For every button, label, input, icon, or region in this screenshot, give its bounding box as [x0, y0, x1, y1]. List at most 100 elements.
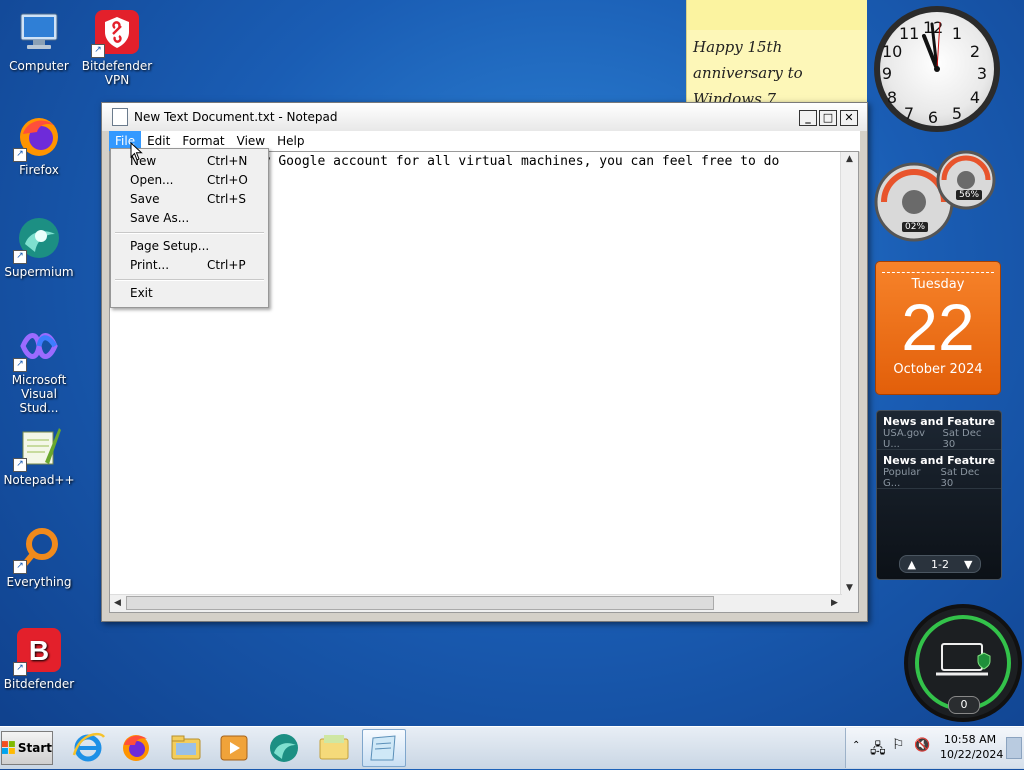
feed-item-title: News and Features f...	[883, 415, 995, 428]
show-desktop-button[interactable]	[1006, 737, 1022, 759]
minimize-button[interactable]: _	[799, 110, 817, 126]
shortcut-arrow-icon: ↗	[13, 358, 27, 372]
feed-item-title: News and Features f...	[883, 454, 995, 467]
feed-headlines-gadget[interactable]: News and Features f... USA.gov U... Sat D…	[876, 410, 1002, 580]
menu-item-shortcut: Ctrl+N	[207, 154, 248, 168]
tray-time: 10:58 AM	[943, 733, 997, 746]
scroll-up-icon[interactable]: ▲	[842, 152, 857, 167]
horizontal-scroll-thumb[interactable]	[126, 596, 714, 610]
menu-item-label: Open...	[130, 173, 174, 187]
feed-item-source: USA.gov U...	[883, 428, 926, 450]
feed-item-date: Sat Dec 30	[942, 428, 982, 450]
desktop-icon-label: Supermium	[4, 265, 74, 279]
menu-separator	[115, 279, 264, 281]
desktop-icon-label: Everything	[6, 575, 72, 589]
feed-item-source: Popular G...	[883, 467, 921, 489]
calendar-gadget[interactable]: Tuesday 22 October 2024	[876, 262, 1000, 394]
system-tray: ⌃ 🖧 ⚐ 🔇 10:58 AM 10/22/2024	[845, 728, 1024, 768]
file-menu-dropdown: New Ctrl+N Open... Ctrl+O Save Ctrl+S Sa…	[110, 148, 269, 308]
feed-pager: ▲ 1-2 ▼	[899, 555, 981, 573]
menu-item-save-as[interactable]: Save As...	[111, 209, 268, 228]
shortcut-arrow-icon: ↗	[13, 662, 27, 676]
desktop-icon-label: Bitdefender	[3, 677, 75, 691]
taskbar-explorer[interactable]	[164, 729, 208, 767]
desktop-icon-supermium[interactable]: ↗ Supermium	[1, 214, 77, 279]
menu-item-page-setup[interactable]: Page Setup...	[111, 237, 268, 256]
volume-muted-icon[interactable]: 🔇	[914, 738, 930, 753]
firefox-icon: ↗	[13, 112, 63, 162]
action-center-flag-icon[interactable]: ⚐	[892, 737, 905, 753]
menu-item-open[interactable]: Open... Ctrl+O	[111, 171, 268, 190]
desktop-icon-computer[interactable]: Computer	[1, 8, 77, 73]
maximize-button[interactable]: □	[819, 110, 837, 126]
title-bar[interactable]: New Text Document.txt - Notepad _ □ ✕	[102, 103, 867, 131]
clock-hands	[922, 21, 941, 72]
feed-pager-label: 1-2	[931, 557, 949, 571]
clock-gadget[interactable]: 12 1 2 3 4 5 6 7 8 9 10 11	[874, 6, 1000, 132]
windows-logo-icon	[2, 741, 15, 754]
menu-item-label: Exit	[130, 286, 153, 300]
taskbar-notepad[interactable]	[362, 729, 406, 767]
menu-item-save[interactable]: Save Ctrl+S	[111, 190, 268, 209]
bitdefender-icon: B ↗	[13, 626, 63, 676]
taskbar-media-player[interactable]	[212, 729, 256, 767]
menu-item-shortcut: Ctrl+O	[207, 173, 248, 187]
calendar-day: 22	[901, 290, 975, 364]
supermium-icon	[270, 734, 298, 762]
network-tray-icon[interactable]: 🖧	[870, 738, 886, 762]
taskbar-folder[interactable]	[312, 729, 356, 767]
feed-prev-icon[interactable]: ▲	[908, 558, 916, 571]
sticky-note-gadget[interactable]: Happy 15th anniversary to Windows 7	[686, 0, 867, 104]
network-monitor-gadget[interactable]: 0	[904, 604, 1022, 722]
menu-item-label: Print...	[130, 258, 170, 272]
calendar-month-year: October 2024	[893, 362, 983, 377]
sticky-note-text[interactable]: Happy 15th anniversary to Windows 7	[687, 30, 867, 104]
scroll-down-icon[interactable]: ▼	[842, 581, 857, 596]
notepad-icon	[370, 735, 396, 761]
sticky-note-header	[687, 0, 867, 30]
feed-item[interactable]: News and Features f... Popular G... Sat D…	[877, 450, 1001, 489]
supermium-icon: ↗	[13, 214, 63, 264]
taskbar-ie[interactable]	[66, 729, 110, 767]
close-button[interactable]: ✕	[840, 110, 858, 126]
feed-item-date: Sat Dec 30	[940, 467, 980, 489]
menu-item-shortcut: Ctrl+P	[207, 258, 246, 272]
menu-help[interactable]: Help	[271, 131, 310, 151]
desktop-icon-notepadpp[interactable]: ↗ Notepad++	[1, 422, 77, 487]
desktop-icon-label: Computer	[9, 59, 69, 73]
scroll-left-icon[interactable]: ◀	[110, 596, 125, 611]
taskbar-firefox[interactable]	[114, 729, 158, 767]
desktop-icon-visual-studio[interactable]: ↗ Microsoft Visual Stud...	[1, 322, 77, 415]
folder-icon	[171, 735, 201, 760]
notepadpp-icon: ↗	[13, 422, 63, 472]
scroll-right-icon[interactable]: ▶	[827, 596, 842, 611]
shortcut-arrow-icon: ↗	[13, 148, 27, 162]
menu-item-shortcut: Ctrl+S	[207, 192, 247, 206]
internet-explorer-icon	[72, 732, 106, 762]
start-button[interactable]: Start	[1, 731, 53, 765]
horizontal-scrollbar[interactable]: ◀ ▶	[110, 594, 842, 612]
desktop-icon-bitdefender-vpn[interactable]: ↗ Bitdefender VPN	[79, 8, 155, 87]
menu-item-print[interactable]: Print... Ctrl+P	[111, 256, 268, 275]
desktop-icon-label: Firefox	[19, 163, 59, 177]
taskbar-supermium[interactable]	[262, 729, 306, 767]
cpu-meter-gadget[interactable]: 02% 56%	[874, 148, 1000, 244]
resize-grip[interactable]	[841, 595, 858, 612]
tray-date: 10/22/2024	[940, 748, 1004, 761]
window-title: New Text Document.txt - Notepad	[134, 110, 338, 124]
feed-next-icon[interactable]: ▼	[964, 558, 972, 571]
desktop-icon-label: Bitdefender VPN	[81, 59, 153, 87]
visual-studio-icon: ↗	[13, 322, 63, 372]
desktop-icon-everything[interactable]: ↗ Everything	[1, 524, 77, 589]
calendar-rings	[882, 262, 994, 273]
shortcut-arrow-icon: ↗	[13, 250, 27, 264]
show-hidden-icons-icon[interactable]: ⌃	[852, 740, 860, 751]
memory-usage: 56%	[956, 190, 983, 200]
cpu-usage: 02%	[902, 222, 929, 232]
vertical-scrollbar[interactable]: ▲ ▼	[840, 152, 858, 596]
desktop-icon-firefox[interactable]: ↗ Firefox	[1, 112, 77, 177]
menu-item-exit[interactable]: Exit	[111, 284, 268, 303]
feed-item[interactable]: News and Features f... USA.gov U... Sat D…	[877, 411, 1001, 450]
tray-clock[interactable]: 10:58 AM 10/22/2024	[940, 732, 1004, 762]
desktop-icon-bitdefender[interactable]: B ↗ Bitdefender	[1, 626, 77, 691]
